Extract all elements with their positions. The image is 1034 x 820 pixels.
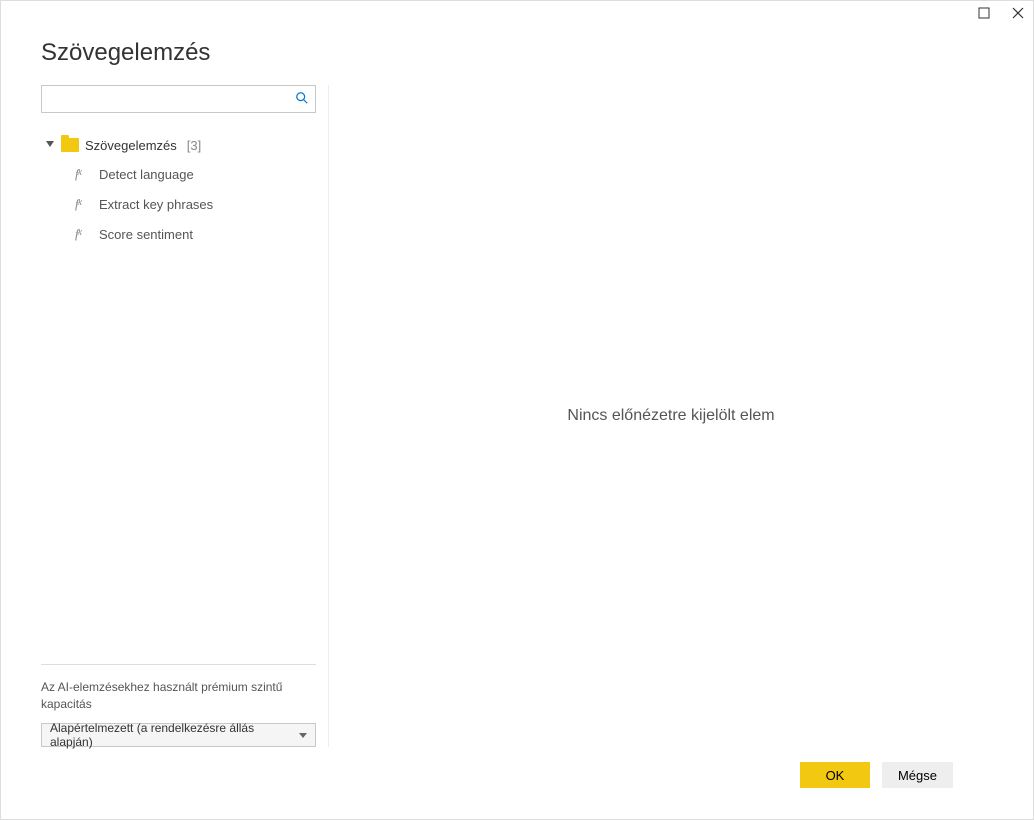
tree-item-extract-key-phrases[interactable]: fx Extract key phrases xyxy=(41,189,316,219)
preview-empty-text: Nincs előnézetre kijelölt elem xyxy=(567,407,774,425)
function-icon: fx xyxy=(75,226,91,242)
tree: Szövegelemzés [3] fx Detect language fx … xyxy=(41,131,316,656)
titlebar xyxy=(1,1,1033,25)
left-pane: Szövegelemzés [3] fx Detect language fx … xyxy=(41,85,329,747)
tree-item-label: Score sentiment xyxy=(99,227,193,242)
dropdown-value: Alapértelmezett (a rendelkezésre állás a… xyxy=(50,721,299,749)
collapse-icon xyxy=(45,141,55,149)
tree-item-label: Extract key phrases xyxy=(99,197,213,212)
cancel-button[interactable]: Mégse xyxy=(882,762,953,788)
folder-count: [3] xyxy=(187,138,201,153)
tree-item-label: Detect language xyxy=(99,167,194,182)
function-icon: fx xyxy=(75,196,91,212)
folder-icon xyxy=(61,138,79,152)
chevron-down-icon xyxy=(299,728,307,742)
capacity-section: Az AI-elemzésekhez használt prémium szin… xyxy=(41,664,316,747)
page-title: Szövegelemzés xyxy=(41,39,993,67)
footer: OK Mégse xyxy=(41,747,993,803)
preview-pane: Nincs előnézetre kijelölt elem xyxy=(349,85,993,747)
capacity-dropdown[interactable]: Alapértelmezett (a rendelkezésre állás a… xyxy=(41,723,316,747)
function-icon: fx xyxy=(75,166,91,182)
capacity-label: Az AI-elemzésekhez használt prémium szin… xyxy=(41,679,316,713)
ok-button[interactable]: OK xyxy=(800,762,870,788)
close-icon xyxy=(1012,7,1024,19)
tree-item-detect-language[interactable]: fx Detect language xyxy=(41,159,316,189)
close-button[interactable] xyxy=(1011,6,1025,20)
content-area: Szövegelemzés Szövegelemzés xyxy=(1,25,1033,819)
search-box[interactable] xyxy=(41,85,316,113)
maximize-button[interactable] xyxy=(977,6,991,20)
tree-item-score-sentiment[interactable]: fx Score sentiment xyxy=(41,219,316,249)
dialog-window: Szövegelemzés Szövegelemzés xyxy=(0,0,1034,820)
folder-label: Szövegelemzés xyxy=(85,138,177,153)
body-row: Szövegelemzés [3] fx Detect language fx … xyxy=(41,85,993,747)
search-icon xyxy=(295,91,309,108)
tree-folder[interactable]: Szövegelemzés [3] xyxy=(41,131,316,159)
maximize-icon xyxy=(978,7,990,19)
search-input[interactable] xyxy=(48,92,295,107)
